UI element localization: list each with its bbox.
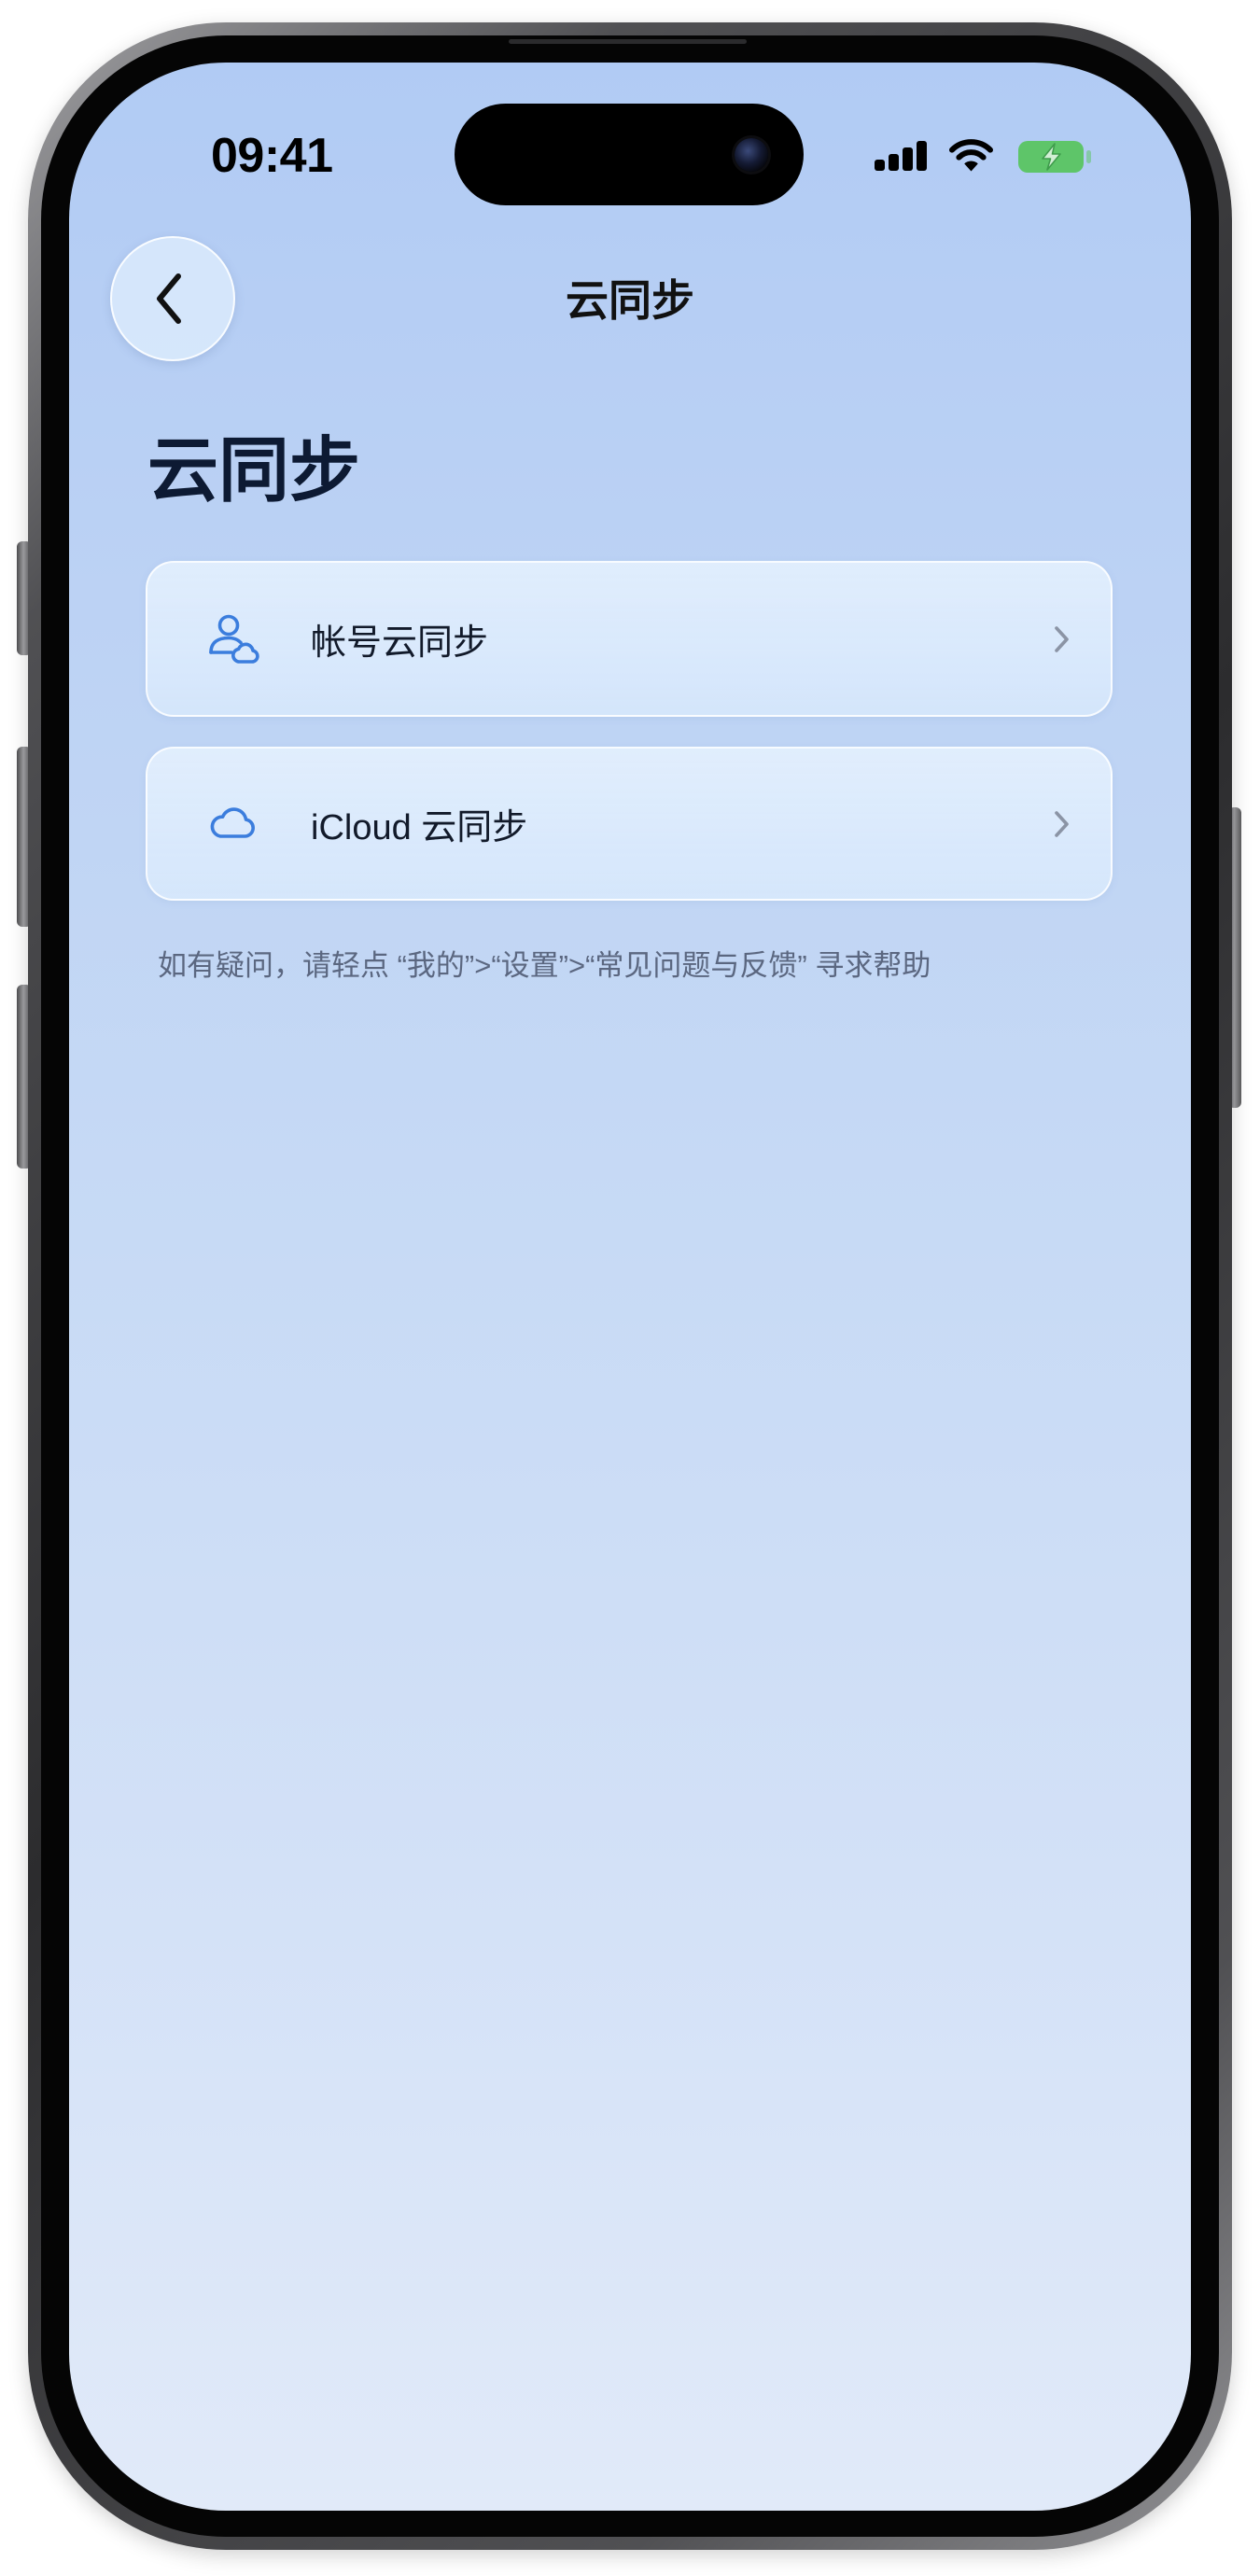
earpiece-speaker <box>509 39 747 44</box>
chevron-right-icon <box>1049 809 1073 839</box>
status-time: 09:41 <box>211 129 333 183</box>
account-sync-row[interactable]: 帐号云同步 <box>146 561 1113 717</box>
chevron-right-icon <box>1049 624 1073 654</box>
icloud-sync-row[interactable]: iCloud 云同步 <box>146 747 1113 901</box>
icloud-sync-label: iCloud 云同步 <box>311 808 528 847</box>
help-hint-text: 如有疑问，请轻点 “我的”>“设置”>“常见问题与反馈” 寻求帮助 <box>158 949 931 982</box>
nav-title: 云同步 <box>566 276 694 325</box>
front-camera-icon <box>735 138 768 172</box>
cloud-icon <box>205 797 259 851</box>
account-cloud-icon <box>205 612 259 666</box>
wifi-icon <box>948 138 994 172</box>
account-sync-label: 帐号云同步 <box>311 623 489 663</box>
battery-charging-icon <box>1017 140 1092 174</box>
page-title: 云同步 <box>147 431 360 511</box>
dynamic-island <box>455 104 804 205</box>
phone-screen: 09:41 云同步 云同步 帐号云同步 iCloud 云同步 如有疑问，请轻点 … <box>69 63 1191 2511</box>
cellular-signal-icon <box>875 141 927 171</box>
